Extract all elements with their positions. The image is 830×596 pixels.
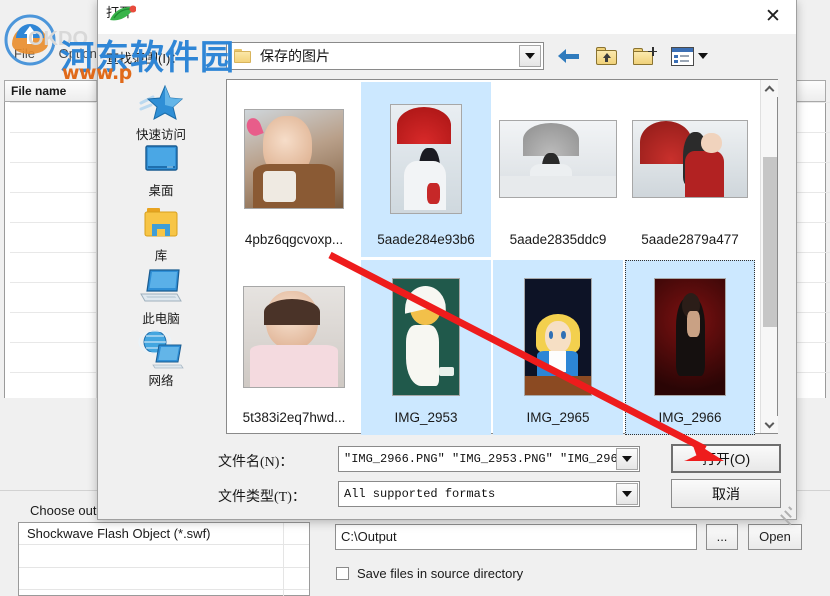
sidebar-label-this-pc: 此电脑: [142, 312, 180, 326]
file-item[interactable]: IMG_2953: [361, 260, 491, 435]
dialog-title: 打开: [106, 5, 133, 20]
file-browser-pane[interactable]: 4pbz6qgcvoxp... 5aade284e93b6 5aade2835d…: [226, 79, 778, 435]
browse-output-button[interactable]: ...: [706, 524, 738, 550]
file-type-chevron-icon[interactable]: [616, 483, 638, 505]
file-label: 5aade2835ddc9: [509, 232, 607, 247]
column-header-file-name[interactable]: File name: [5, 81, 97, 101]
output-path-input[interactable]: C:\Output: [335, 524, 697, 550]
file-item[interactable]: 5aade2835ddc9: [493, 82, 623, 257]
dialog-toolbar: [556, 43, 708, 69]
file-label: IMG_2966: [658, 410, 722, 425]
file-name-history-chevron-icon[interactable]: [616, 448, 638, 470]
sidebar-item-network[interactable]: 网络: [106, 329, 216, 389]
open-file-dialog: 打开 ✕ 查找范围(I)： 保存的图片 快速访问 桌面 库 此电脑 网络 4pb…: [97, 0, 797, 526]
sidebar-label-libraries: 库: [154, 249, 168, 263]
dialog-body: 查找范围(I)： 保存的图片 快速访问 桌面 库 此电脑 网络 4pbz6qgc…: [98, 34, 796, 526]
resize-grip[interactable]: [780, 503, 794, 526]
output-format-list[interactable]: Shockwave Flash Object (*.swf): [18, 522, 310, 596]
file-thumbnail: [625, 90, 755, 228]
file-name-value: "IMG_2966.PNG" "IMG_2953.PNG" "IMG_296: [344, 452, 618, 466]
screen: File Options File name Select...: [0, 0, 830, 596]
scroll-down-icon[interactable]: [761, 416, 778, 433]
dialog-titlebar[interactable]: 打开 ✕: [98, 0, 796, 34]
sidebar-label-network: 网络: [148, 374, 174, 388]
look-in-label: 查找范围(I)：: [106, 51, 184, 66]
file-type-value: All supported formats: [344, 487, 496, 501]
file-label: IMG_2965: [526, 410, 590, 425]
file-thumbnail: [229, 268, 359, 406]
views-icon[interactable]: [670, 43, 708, 69]
library-folder-icon: [138, 206, 184, 244]
file-label: 5aade284e93b6: [377, 232, 475, 247]
sidebar-item-this-pc[interactable]: 此电脑: [106, 267, 216, 327]
file-thumbnail: [625, 268, 755, 406]
up-one-level-icon[interactable]: [594, 43, 620, 69]
file-item[interactable]: 5aade2879a477: [625, 82, 755, 257]
file-label: 5t383i2eq7hwd...: [242, 410, 346, 425]
star-icon: [139, 83, 183, 123]
save-in-source-checkbox[interactable]: Save files in source directory: [336, 566, 523, 581]
file-item[interactable]: IMG_2965: [493, 260, 623, 435]
open-output-folder-button[interactable]: Open: [748, 524, 802, 550]
file-thumbnail: [493, 268, 623, 406]
file-thumbnail: [361, 268, 491, 406]
sidebar-label-quick-access: 快速访问: [135, 128, 186, 142]
sidebar-item-quick-access[interactable]: 快速访问: [106, 83, 216, 143]
sidebar-item-desktop[interactable]: 桌面: [106, 143, 216, 199]
file-label: 4pbz6qgcvoxp...: [244, 232, 344, 247]
chevron-down-icon[interactable]: [519, 45, 541, 67]
file-type-combobox[interactable]: All supported formats: [338, 481, 640, 507]
look-in-value: 保存的图片: [260, 48, 330, 64]
open-button-label: 打开(O): [701, 450, 751, 467]
file-type-label: 文件类型(T)：: [218, 490, 306, 505]
sidebar-label-desktop: 桌面: [148, 184, 174, 198]
file-item[interactable]: 5t383i2eq7hwd...: [229, 260, 359, 435]
folder-icon: [234, 49, 252, 63]
network-icon: [137, 329, 185, 369]
new-folder-icon[interactable]: [632, 43, 658, 69]
file-thumbnail: [229, 90, 359, 228]
file-item[interactable]: 5aade284e93b6: [361, 82, 491, 257]
file-item[interactable]: IMG_2966: [625, 260, 755, 435]
file-name-label: 文件名(N)：: [218, 455, 294, 470]
file-label: 5aade2879a477: [641, 232, 739, 247]
scroll-up-icon[interactable]: [761, 80, 778, 97]
file-thumbnail: [361, 90, 491, 228]
file-list-scrollbar[interactable]: [760, 80, 778, 433]
places-sidebar: 快速访问 桌面 库 此电脑 网络: [106, 79, 216, 434]
save-in-source-label: Save files in source directory: [357, 566, 524, 581]
cancel-button[interactable]: 取消: [671, 479, 781, 508]
output-format-selected[interactable]: Shockwave Flash Object (*.swf): [19, 523, 309, 545]
back-icon[interactable]: [556, 43, 582, 69]
monitor-icon: [137, 143, 185, 179]
close-icon[interactable]: ✕: [750, 0, 796, 32]
look-in-combobox[interactable]: 保存的图片: [226, 42, 544, 70]
file-thumbnail: [493, 90, 623, 228]
scrollbar-thumb[interactable]: [763, 157, 777, 327]
cancel-button-label: 取消: [712, 485, 740, 502]
this-pc-icon: [137, 267, 185, 307]
file-item[interactable]: 4pbz6qgcvoxp...: [229, 82, 359, 257]
open-button[interactable]: 打开(O): [671, 444, 781, 473]
menu-file[interactable]: File: [4, 44, 45, 63]
file-name-input[interactable]: "IMG_2966.PNG" "IMG_2953.PNG" "IMG_296: [338, 446, 640, 472]
file-label: IMG_2953: [394, 410, 458, 425]
sidebar-item-libraries[interactable]: 库: [106, 206, 216, 264]
